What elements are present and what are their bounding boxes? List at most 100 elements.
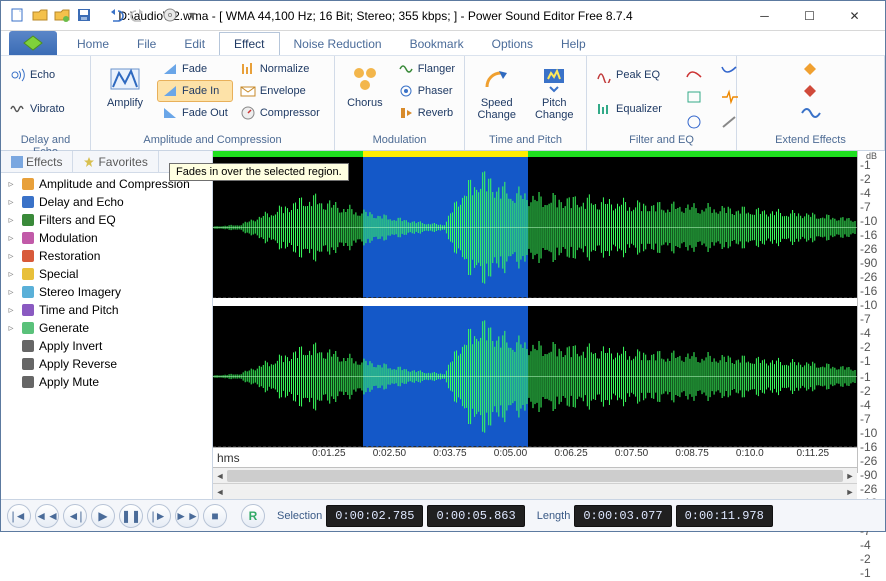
transport-first[interactable]: |◄ (7, 504, 31, 528)
speed-change-button[interactable]: Speed Change (469, 58, 525, 126)
expand-icon[interactable]: ▹ (5, 196, 17, 208)
qa-cd-icon[interactable] (161, 6, 179, 24)
envelope-button[interactable]: Envelope (235, 80, 325, 102)
phaser-button[interactable]: Phaser (393, 80, 460, 102)
qa-open2-icon[interactable] (53, 6, 71, 24)
statusbar: |◄ ◄◄ ◄| ▶ ❚❚ |► ►► ■ R Selection 0:00:0… (1, 499, 885, 531)
transport-next[interactable]: |► (147, 504, 171, 528)
tree-item[interactable]: ▹Special (1, 265, 212, 283)
tab-file[interactable]: File (123, 33, 170, 55)
pitch-change-button[interactable]: Pitch Change (527, 58, 583, 126)
app-menu-button[interactable] (9, 31, 57, 55)
tab-help[interactable]: Help (547, 33, 600, 55)
scroll-left-arrow[interactable]: ◄ (213, 468, 227, 484)
tree-item[interactable]: ▹ Generate (1, 319, 212, 337)
extend-icon-3[interactable] (800, 104, 822, 122)
tree-item-label: Delay and Echo (39, 195, 124, 209)
tab-noise-reduction[interactable]: Noise Reduction (280, 33, 396, 55)
close-button[interactable]: ✕ (832, 2, 877, 30)
expand-icon[interactable]: ▹ (5, 286, 17, 298)
transport-prev[interactable]: ◄| (63, 504, 87, 528)
waveform-view[interactable]: hms0:01.250:02.500:03.750:05.000:06.250:… (213, 151, 857, 499)
minimize-button[interactable]: ─ (742, 2, 787, 30)
transport-rewind[interactable]: ◄◄ (35, 504, 59, 528)
tree-item[interactable]: Apply Mute (1, 373, 212, 391)
tree-item[interactable]: ▹Filters and EQ (1, 211, 212, 229)
compressor-button[interactable]: Compressor (235, 102, 325, 124)
tree-item-icon (20, 320, 36, 336)
zoom-scrollbar[interactable]: ◄ ► (213, 483, 857, 499)
tree-item[interactable]: ▹ Delay and Echo (1, 193, 212, 211)
chorus-button[interactable]: Chorus (339, 58, 391, 114)
horizontal-scrollbar[interactable]: ◄ ► (213, 467, 857, 483)
tree-item[interactable]: ▹Modulation (1, 229, 212, 247)
expand-icon[interactable]: ▹ (5, 322, 17, 334)
expand-icon[interactable]: ▹ (5, 232, 17, 244)
extend-icon-1[interactable] (800, 60, 822, 78)
expand-icon[interactable]: ▹ (5, 214, 17, 226)
tree-item-label: Generate (39, 321, 89, 335)
tree-item-label: Apply Mute (39, 375, 99, 389)
tree-item[interactable]: ▹Stereo Imagery (1, 283, 212, 301)
expand-icon (5, 340, 17, 352)
extend-icon-2[interactable] (800, 82, 822, 100)
tree-item[interactable]: ▹Time and Pitch (1, 301, 212, 319)
qa-dropdown-icon[interactable]: ▾ (183, 6, 201, 24)
transport-record[interactable]: R (241, 504, 265, 528)
normalize-button[interactable]: Normalize (235, 58, 325, 80)
sidebar-tab-effects[interactable]: Effects (1, 151, 73, 172)
timeline[interactable]: hms0:01.250:02.500:03.750:05.000:06.250:… (213, 447, 857, 467)
transport-play[interactable]: ▶ (91, 504, 115, 528)
peak-eq-button[interactable]: Peak EQ (591, 64, 667, 86)
qa-save-icon[interactable] (75, 6, 93, 24)
db-tick: -16 (860, 284, 883, 298)
expand-icon[interactable]: ▹ (5, 178, 17, 190)
echo-button[interactable]: Echo (5, 64, 70, 86)
fade-in-button[interactable]: Fade In (157, 80, 233, 102)
transport-stop[interactable]: ■ (203, 504, 227, 528)
expand-icon[interactable]: ▹ (5, 304, 17, 316)
tab-edit[interactable]: Edit (170, 33, 219, 55)
tab-bookmark[interactable]: Bookmark (396, 33, 478, 55)
filter-tool-3[interactable] (677, 85, 711, 109)
flanger-button[interactable]: Flanger (393, 58, 460, 80)
timeline-tick: 0:11.25 (796, 448, 829, 459)
zoom-left-arrow[interactable]: ◄ (213, 484, 227, 500)
qa-undo-icon[interactable] (107, 6, 125, 24)
tree-item[interactable]: Apply Reverse (1, 355, 212, 373)
tree-item[interactable]: ▹Restoration (1, 247, 212, 265)
ribbon: Echo Vibrato Delay and Echo Amplify Fade… (1, 55, 885, 151)
tree-item-icon (20, 248, 36, 264)
filter-tool-1[interactable] (677, 60, 711, 84)
waveform-channel-right[interactable] (213, 306, 857, 447)
equalizer-button[interactable]: Equalizer (591, 98, 667, 120)
maximize-button[interactable]: ☐ (787, 2, 832, 30)
zoom-right-arrow[interactable]: ► (843, 484, 857, 500)
amplify-button[interactable]: Amplify (95, 58, 155, 114)
tree-item-icon (20, 266, 36, 282)
scroll-thumb[interactable] (227, 470, 843, 482)
timeline-tick: 0:02.50 (373, 448, 406, 459)
scroll-right-arrow[interactable]: ► (843, 468, 857, 484)
tab-effect[interactable]: Effect (219, 32, 279, 55)
quick-access-toolbar: ▾ (9, 6, 201, 24)
fade-button[interactable]: Fade (157, 58, 233, 80)
transport-ffwd[interactable]: ►► (175, 504, 199, 528)
db-tick: -1 (860, 566, 883, 580)
tab-home[interactable]: Home (63, 33, 123, 55)
transport-pause[interactable]: ❚❚ (119, 504, 143, 528)
qa-redo-icon[interactable] (129, 6, 147, 24)
tab-options[interactable]: Options (478, 33, 547, 55)
vibrato-button[interactable]: Vibrato (5, 98, 70, 120)
fade-out-button[interactable]: Fade Out (157, 102, 233, 124)
expand-icon[interactable]: ▹ (5, 250, 17, 262)
sidebar-tab-favorites[interactable]: Favorites (73, 151, 158, 172)
reverb-button[interactable]: Reverb (393, 102, 460, 124)
filter-tool-5[interactable] (677, 110, 711, 134)
timeline-tick: 0:03.75 (433, 448, 466, 459)
expand-icon[interactable]: ▹ (5, 268, 17, 280)
qa-new-icon[interactable] (9, 6, 27, 24)
effect-tree[interactable]: ▹Amplitude and Compression▹Delay and Ech… (1, 173, 212, 499)
qa-open-icon[interactable] (31, 6, 49, 24)
tree-item[interactable]: Apply Invert (1, 337, 212, 355)
